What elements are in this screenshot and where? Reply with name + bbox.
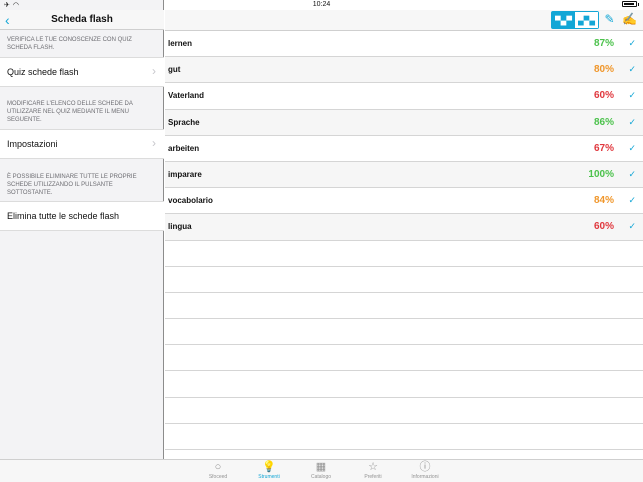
stack-icon: ▄▀▄ bbox=[577, 15, 595, 25]
word-row[interactable]: Sprache 86% ✓ bbox=[165, 109, 643, 136]
settings-button[interactable]: Impostazioni › bbox=[0, 129, 164, 159]
chevron-right-icon: › bbox=[152, 64, 156, 78]
score-percent: 80% bbox=[593, 64, 614, 76]
section-note-settings: MODIFICARE L'ELENCO DELLE SCHEDE DA UTIL… bbox=[7, 101, 133, 123]
app-screen: ‹ Scheda flash VERIFICA LE TUE CONOSCENZ… bbox=[0, 0, 643, 482]
word-label: lingua bbox=[168, 222, 192, 232]
quiz-flashcards-button[interactable]: Quiz schede flash › bbox=[0, 57, 164, 87]
tab-strumenti[interactable]: 💡 Strumenti bbox=[249, 461, 289, 480]
score-percent: 100% bbox=[588, 168, 614, 180]
score-percent: 84% bbox=[593, 195, 614, 207]
word-row[interactable]: gut 80% ✓ bbox=[165, 57, 643, 84]
word-row[interactable]: arbeiten 67% ✓ bbox=[165, 136, 643, 162]
tab-label: Catalogo bbox=[310, 474, 331, 480]
detail-pane: ▀▄▀ ▄▀▄ ✎ ✍ lernen 87% ✓ gut 80% ✓ Vaterland 60… bbox=[165, 0, 643, 459]
word-label: arbeiten bbox=[168, 143, 200, 153]
tab-catalogo[interactable]: ▦ Catalogo bbox=[301, 461, 341, 480]
lightbulb-icon: 💡 bbox=[262, 461, 276, 473]
tab-preferiti[interactable]: ☆ Preferiti bbox=[353, 461, 393, 480]
checkmark-icon[interactable]: ✓ bbox=[628, 117, 636, 128]
tab-bar: ○ Sfoceed 💡 Strumenti ▦ Catalogo ☆ Prefe… bbox=[0, 459, 643, 482]
section-note-delete: È POSSIBILE ELIMINARE TUTTE LE PROPRIE S… bbox=[7, 174, 137, 196]
word-label: imparare bbox=[168, 169, 202, 179]
star-icon: ☆ bbox=[368, 461, 378, 473]
word-label: Sprache bbox=[168, 117, 200, 127]
view-segmented-control: ▀▄▀ ▄▀▄ bbox=[551, 11, 599, 29]
word-row[interactable]: Vaterland 60% ✓ bbox=[165, 83, 643, 110]
tab-sfoceed[interactable]: ○ Sfoceed bbox=[198, 461, 238, 480]
empty-row bbox=[165, 267, 643, 293]
info-icon: ⓘ bbox=[419, 461, 431, 473]
checkmark-icon[interactable]: ✓ bbox=[628, 195, 636, 206]
compose-icon[interactable]: ✍ bbox=[622, 12, 637, 27]
word-list: lernen 87% ✓ gut 80% ✓ Vaterland 60% ✓ Sprache 86%… bbox=[165, 31, 643, 450]
empty-row bbox=[165, 345, 643, 372]
settings-label: Impostazioni bbox=[7, 139, 58, 149]
cards-view-segment[interactable]: ▀▄▀ bbox=[552, 12, 575, 28]
grid-icon: ▦ bbox=[315, 461, 327, 473]
circle-icon: ○ bbox=[214, 461, 222, 473]
word-label: vocabolario bbox=[168, 196, 213, 206]
tab-informazioni[interactable]: ⓘ Informazioni bbox=[405, 461, 445, 480]
checkmark-icon[interactable]: ✓ bbox=[628, 221, 636, 232]
stack-view-segment[interactable]: ▄▀▄ bbox=[575, 12, 598, 28]
status-bar: ✈ ◠ 10:24 bbox=[0, 0, 643, 10]
tab-label: Sfoceed bbox=[208, 474, 228, 480]
status-time: 10:24 bbox=[312, 1, 331, 8]
score-percent: 60% bbox=[593, 90, 614, 102]
master-navbar: ‹ Scheda flash bbox=[0, 10, 164, 30]
tab-label: Strumenti bbox=[258, 474, 280, 480]
word-label: lernen bbox=[168, 39, 193, 48]
score-percent: 60% bbox=[593, 221, 614, 233]
word-label: gut bbox=[168, 65, 181, 75]
word-row[interactable]: vocabolario 84% ✓ bbox=[165, 188, 643, 215]
battery-tip bbox=[638, 2, 639, 6]
quiz-flashcards-label: Quiz schede flash bbox=[7, 67, 79, 77]
empty-row bbox=[165, 293, 643, 320]
cards-icon: ▀▄▀ bbox=[554, 15, 572, 25]
empty-row bbox=[165, 319, 643, 346]
checkmark-icon[interactable]: ✓ bbox=[628, 143, 636, 154]
checkmark-icon[interactable]: ✓ bbox=[628, 90, 636, 101]
tab-label: Preferiti bbox=[364, 474, 382, 480]
edit-icon[interactable]: ✎ bbox=[602, 12, 617, 27]
word-row[interactable]: imparare 100% ✓ bbox=[165, 161, 643, 189]
checkmark-icon[interactable]: ✓ bbox=[628, 169, 636, 180]
word-row[interactable]: lernen 87% ✓ bbox=[165, 31, 643, 58]
page-title: Scheda flash bbox=[51, 14, 113, 25]
word-label: Vaterland bbox=[168, 91, 205, 101]
empty-row bbox=[165, 424, 643, 450]
word-row[interactable]: lingua 60% ✓ bbox=[165, 214, 643, 241]
score-percent: 87% bbox=[593, 38, 614, 49]
score-percent: 86% bbox=[593, 116, 614, 128]
checkmark-icon[interactable]: ✓ bbox=[628, 64, 636, 75]
delete-all-label: Elimina tutte le schede flash bbox=[7, 211, 120, 221]
empty-row bbox=[165, 371, 643, 398]
delete-all-flashcards-button[interactable]: Elimina tutte le schede flash bbox=[0, 201, 164, 231]
empty-row bbox=[165, 241, 643, 267]
checkmark-icon[interactable]: ✓ bbox=[628, 38, 636, 49]
battery-icon bbox=[622, 1, 637, 7]
detail-toolbar: ▀▄▀ ▄▀▄ ✎ ✍ bbox=[165, 10, 643, 31]
score-percent: 67% bbox=[593, 142, 614, 154]
tab-label: Informazioni bbox=[411, 474, 439, 480]
chevron-right-icon: › bbox=[152, 136, 156, 150]
master-pane: ‹ Scheda flash VERIFICA LE TUE CONOSCENZ… bbox=[0, 0, 164, 459]
status-right bbox=[622, 1, 639, 7]
empty-row bbox=[165, 398, 643, 424]
section-note-quiz: VERIFICA LE TUE CONOSCENZE CON QUIZ SCHE… bbox=[7, 37, 132, 51]
